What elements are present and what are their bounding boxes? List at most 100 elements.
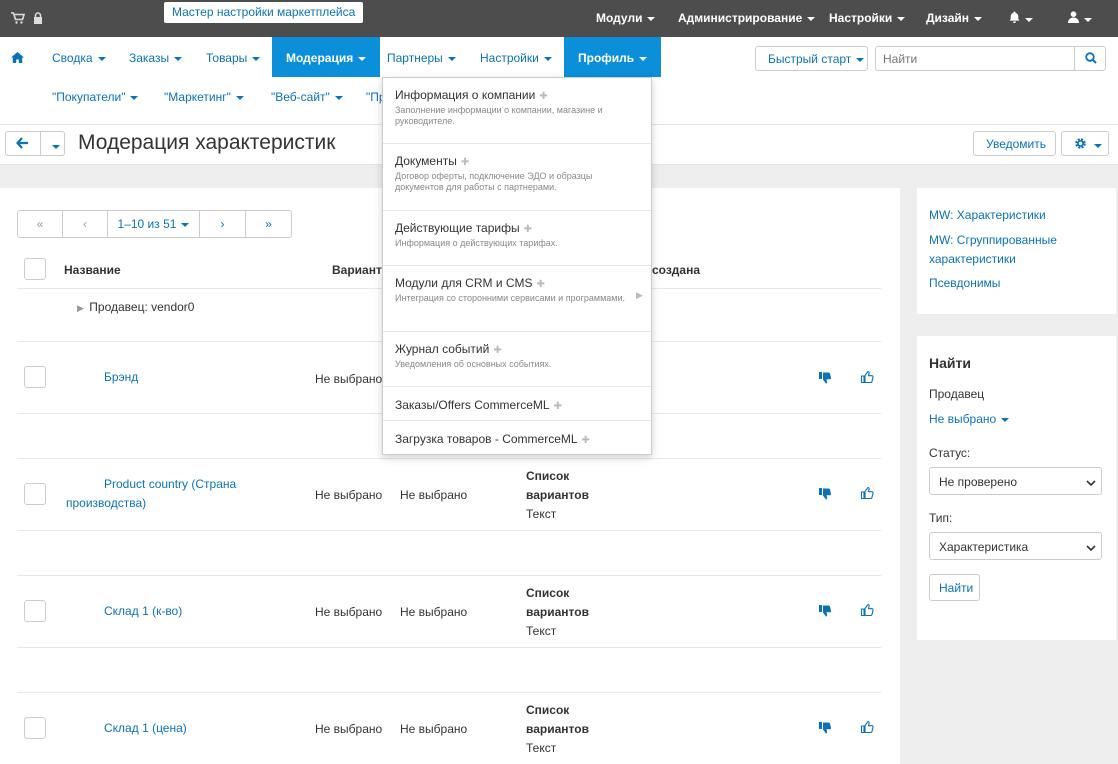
search-button[interactable] xyxy=(1074,46,1106,71)
nav-profile[interactable]: Профиль xyxy=(564,37,662,77)
subnav-marketing[interactable]: "Маркетинг" xyxy=(164,90,244,104)
menu-item-desc: Заполнение информации о компании, магази… xyxy=(395,105,603,126)
history-dropdown-caret[interactable] xyxy=(47,139,60,153)
status-select[interactable]: Не проверено xyxy=(929,467,1102,495)
subnav-website[interactable]: "Веб-сайт" xyxy=(271,90,343,104)
thumbs-down-icon[interactable] xyxy=(818,604,832,621)
row-col1: Не выбрано xyxy=(315,722,383,736)
type-select[interactable]: Характеристика xyxy=(929,532,1102,560)
column-header-created[interactable]: создана xyxy=(652,263,700,277)
nav-settings[interactable]: Настройки xyxy=(480,51,552,65)
menu-item-tariffs[interactable]: Действующие тарифы ✚ Информация о действу… xyxy=(383,211,651,266)
top-menu-administration[interactable]: Администрирование xyxy=(678,11,816,25)
seller-picker[interactable]: Не выбрано xyxy=(929,412,1010,426)
pager-first[interactable]: « xyxy=(18,211,63,237)
caret-down-icon xyxy=(447,56,456,61)
back-button-group[interactable] xyxy=(5,131,65,156)
thumbs-down-icon[interactable] xyxy=(818,371,832,388)
thumbs-up-icon[interactable] xyxy=(860,370,874,387)
notify-button[interactable]: Уведомить xyxy=(973,131,1056,156)
subnav-label: "Веб-сайт" xyxy=(271,90,330,104)
divider xyxy=(17,530,881,531)
find-button[interactable]: Найти xyxy=(929,574,980,601)
quick-start-button[interactable]: Быстрый старт xyxy=(755,46,868,71)
caret-down-icon xyxy=(1094,143,1102,148)
caret-down-icon xyxy=(334,95,343,100)
thumbs-up-icon[interactable] xyxy=(860,603,874,620)
row-type-line2: вариантов xyxy=(526,488,589,502)
pager-range-dropdown[interactable]: 1–10 из 51 xyxy=(108,211,200,237)
row-checkbox[interactable] xyxy=(24,600,46,622)
menu-item-title: Информация о компании ✚ xyxy=(395,88,548,102)
top-menu-modules[interactable]: Модули xyxy=(596,11,656,25)
top-menu-settings[interactable]: Настройки xyxy=(829,11,906,25)
feature-name-link[interactable]: Склад 1 (цена) xyxy=(104,719,187,738)
menu-item-event-log[interactable]: Журнал событий ✚ Уведомления об основных … xyxy=(383,332,651,387)
pager-range: 1–10 из 51 xyxy=(117,217,177,231)
group-label: Продавец: vendor0 xyxy=(89,300,195,314)
thumbs-up-icon[interactable] xyxy=(860,486,874,503)
menu-item-documents[interactable]: Документы ✚ Договор оферты, подключение Э… xyxy=(383,144,651,211)
profile-dropdown-menu: Информация о компании ✚ Заполнение информ… xyxy=(382,77,652,455)
feature-name-link[interactable]: Склад 1 (к-во) xyxy=(104,602,182,621)
pager-last[interactable]: » xyxy=(246,211,291,237)
row-checkbox[interactable] xyxy=(24,717,46,739)
table-row: Product country (Страна производства) Не… xyxy=(0,458,900,530)
sidebar-link-aliases[interactable]: Псевдонимы xyxy=(929,274,1000,293)
pager-prev[interactable]: ‹ xyxy=(63,211,108,237)
nav-moderation[interactable]: Модерация xyxy=(272,37,381,77)
subnav-customers[interactable]: "Покупатели" xyxy=(52,90,139,104)
arrow-left-icon[interactable] xyxy=(16,137,29,152)
menu-item-title: Документы ✚ xyxy=(395,154,470,168)
caret-down-icon xyxy=(639,56,648,61)
menu-item-orders-commerceml[interactable]: Заказы/Offers CommerceML ✚ xyxy=(383,387,651,421)
row-checkbox[interactable] xyxy=(24,366,46,388)
top-menu-label: Модули xyxy=(596,11,643,25)
row-type-line1: Список xyxy=(526,469,570,483)
column-header-name[interactable]: Название xyxy=(64,263,121,277)
marketplace-wizard-link[interactable]: Мастер настройки маркетплейса xyxy=(164,2,364,23)
select-all-checkbox[interactable] xyxy=(24,258,46,280)
top-menu-label: Дизайн xyxy=(926,11,970,25)
caret-down-icon xyxy=(856,57,865,62)
row-type-line1: Список xyxy=(526,703,570,717)
menu-item-title: Загрузка товаров - CommerceML ✚ xyxy=(395,432,590,446)
caret-down-icon xyxy=(97,56,106,61)
top-menu-design[interactable]: Дизайн xyxy=(926,11,983,25)
row-checkbox[interactable] xyxy=(24,483,46,505)
group-row-seller[interactable]: ▶ Продавец: vendor0 xyxy=(77,300,194,314)
menu-item-desc: Интеграция со сторонними сервисами и про… xyxy=(395,293,625,303)
feature-name-link[interactable]: Брэнд xyxy=(104,368,138,387)
search-input[interactable] xyxy=(875,46,1075,71)
nav-products[interactable]: Товары xyxy=(206,51,261,65)
thumbs-down-icon[interactable] xyxy=(818,721,832,738)
settings-dropdown-button[interactable] xyxy=(1061,131,1109,156)
subnav-label: "Маркетинг" xyxy=(164,90,231,104)
sidebar-link-mw-grouped-features[interactable]: MW: Сгруппированные характеристики xyxy=(929,231,1109,269)
seller-value: Не выбрано xyxy=(929,412,997,426)
user-menu[interactable] xyxy=(1068,11,1092,26)
home-icon[interactable] xyxy=(11,52,24,66)
nav-summary[interactable]: Сводка xyxy=(52,51,106,65)
notifications-menu[interactable] xyxy=(1009,11,1033,26)
caret-down-icon xyxy=(1084,17,1092,22)
nav-orders[interactable]: Заказы xyxy=(129,51,183,65)
puzzle-icon: ✚ xyxy=(460,157,470,168)
cart-icon[interactable] xyxy=(11,12,26,27)
search-panel-title: Найти xyxy=(929,355,971,371)
menu-item-products-commerceml[interactable]: Загрузка товаров - CommerceML ✚ xyxy=(383,421,651,455)
menu-item-desc: Информация о действующих тарифах. xyxy=(395,238,558,248)
menu-item-crm-cms-modules[interactable]: Модули для CRM и CMS ✚ Интеграция со стор… xyxy=(383,266,651,332)
row-col2: Не выбрано xyxy=(400,722,468,736)
lock-icon[interactable] xyxy=(33,12,43,27)
caret-down-icon xyxy=(252,56,261,61)
pager-next[interactable]: › xyxy=(200,211,246,237)
sidebar-link-mw-features[interactable]: MW: Характеристики xyxy=(929,206,1046,225)
nav-partners[interactable]: Партнеры xyxy=(387,51,456,65)
caret-right-icon: ▶ xyxy=(77,303,84,313)
menu-item-company-info[interactable]: Информация о компании ✚ Заполнение информ… xyxy=(383,78,651,144)
feature-name-link[interactable]: Product country (Страна производства) xyxy=(66,475,266,513)
thumbs-down-icon[interactable] xyxy=(818,487,832,504)
thumbs-up-icon[interactable] xyxy=(860,720,874,737)
user-icon xyxy=(1068,11,1079,26)
